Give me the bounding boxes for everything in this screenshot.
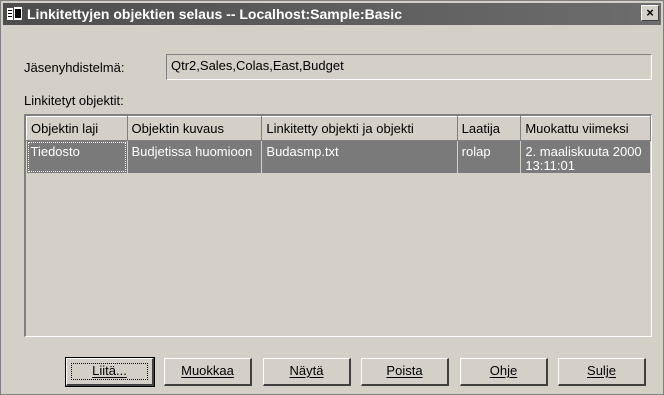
cell-object-description: Budjetissa huomioon: [127, 140, 263, 173]
cell-object-type: Tiedosto: [26, 140, 128, 173]
member-combination-label: Jäsenyhdistelmä:: [24, 60, 125, 75]
focus-rectangle: [71, 363, 148, 380]
attach-button[interactable]: Liitä...: [65, 357, 155, 387]
close-window-button[interactable]: ×: [641, 5, 659, 21]
linked-objects-list[interactable]: Objektin laji Objektin kuvaus Linkitetty…: [24, 114, 652, 337]
linked-objects-table: Objektin laji Objektin kuvaus Linkitetty…: [26, 116, 651, 173]
app-icon: [7, 7, 23, 21]
cell-modified: 2. maaliskuuta 2000 13:11:01: [520, 140, 651, 173]
close-button[interactable]: Sulje: [558, 358, 646, 386]
column-header-object-description[interactable]: Objektin kuvaus: [126, 116, 263, 141]
column-header-linked-object[interactable]: Linkitetty objekti ja objekti: [261, 116, 458, 141]
column-header-object-type[interactable]: Objektin laji: [26, 116, 128, 141]
title-bar[interactable]: Linkitettyjen objektien selaus -- Localh…: [3, 3, 661, 25]
dialog-window: Linkitettyjen objektien selaus -- Localh…: [0, 0, 664, 395]
table-row[interactable]: Tiedosto Budjetissa huomioon Budasmp.txt…: [26, 140, 651, 173]
help-button[interactable]: Ohje: [460, 358, 548, 386]
edit-button[interactable]: Muokkaa: [164, 358, 252, 386]
window-title: Linkitettyjen objektien selaus -- Localh…: [27, 6, 402, 22]
cell-linked-object: Budasmp.txt: [261, 140, 458, 173]
column-header-author[interactable]: Laatija: [456, 116, 522, 141]
cell-author: rolap: [457, 140, 522, 173]
column-header-modified[interactable]: Muokattu viimeksi: [520, 116, 651, 141]
table-header-row: Objektin laji Objektin kuvaus Linkitetty…: [26, 116, 651, 141]
linked-objects-label: Linkitetyt objektit:: [24, 93, 124, 108]
view-button[interactable]: Näytä: [263, 358, 351, 386]
member-combination-field: Qtr2,Sales,Colas,East,Budget: [166, 54, 652, 80]
delete-button[interactable]: Poista: [361, 358, 449, 386]
